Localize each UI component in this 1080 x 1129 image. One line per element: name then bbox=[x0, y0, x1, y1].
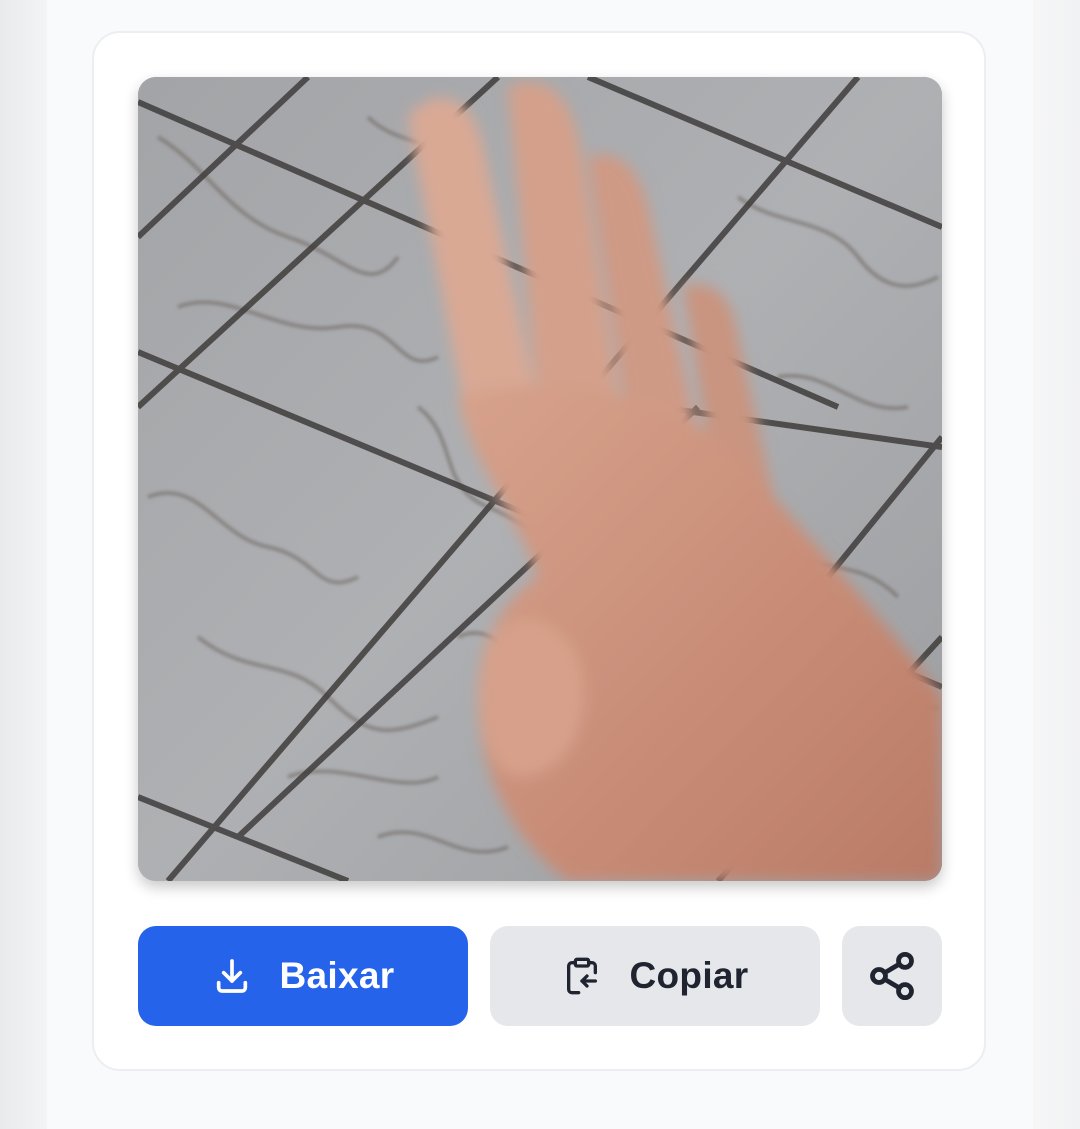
result-card: Baixar Copiar bbox=[92, 31, 986, 1071]
right-gutter bbox=[1033, 0, 1080, 1129]
share-icon bbox=[866, 950, 918, 1002]
copy-button[interactable]: Copiar bbox=[490, 926, 820, 1026]
share-button[interactable] bbox=[842, 926, 942, 1026]
clipboard-copy-icon bbox=[562, 956, 602, 996]
result-image bbox=[138, 77, 942, 881]
download-icon bbox=[212, 956, 252, 996]
download-button[interactable]: Baixar bbox=[138, 926, 468, 1026]
left-gutter bbox=[0, 0, 47, 1129]
copy-button-label: Copiar bbox=[629, 955, 749, 996]
download-button-label: Baixar bbox=[279, 955, 395, 996]
